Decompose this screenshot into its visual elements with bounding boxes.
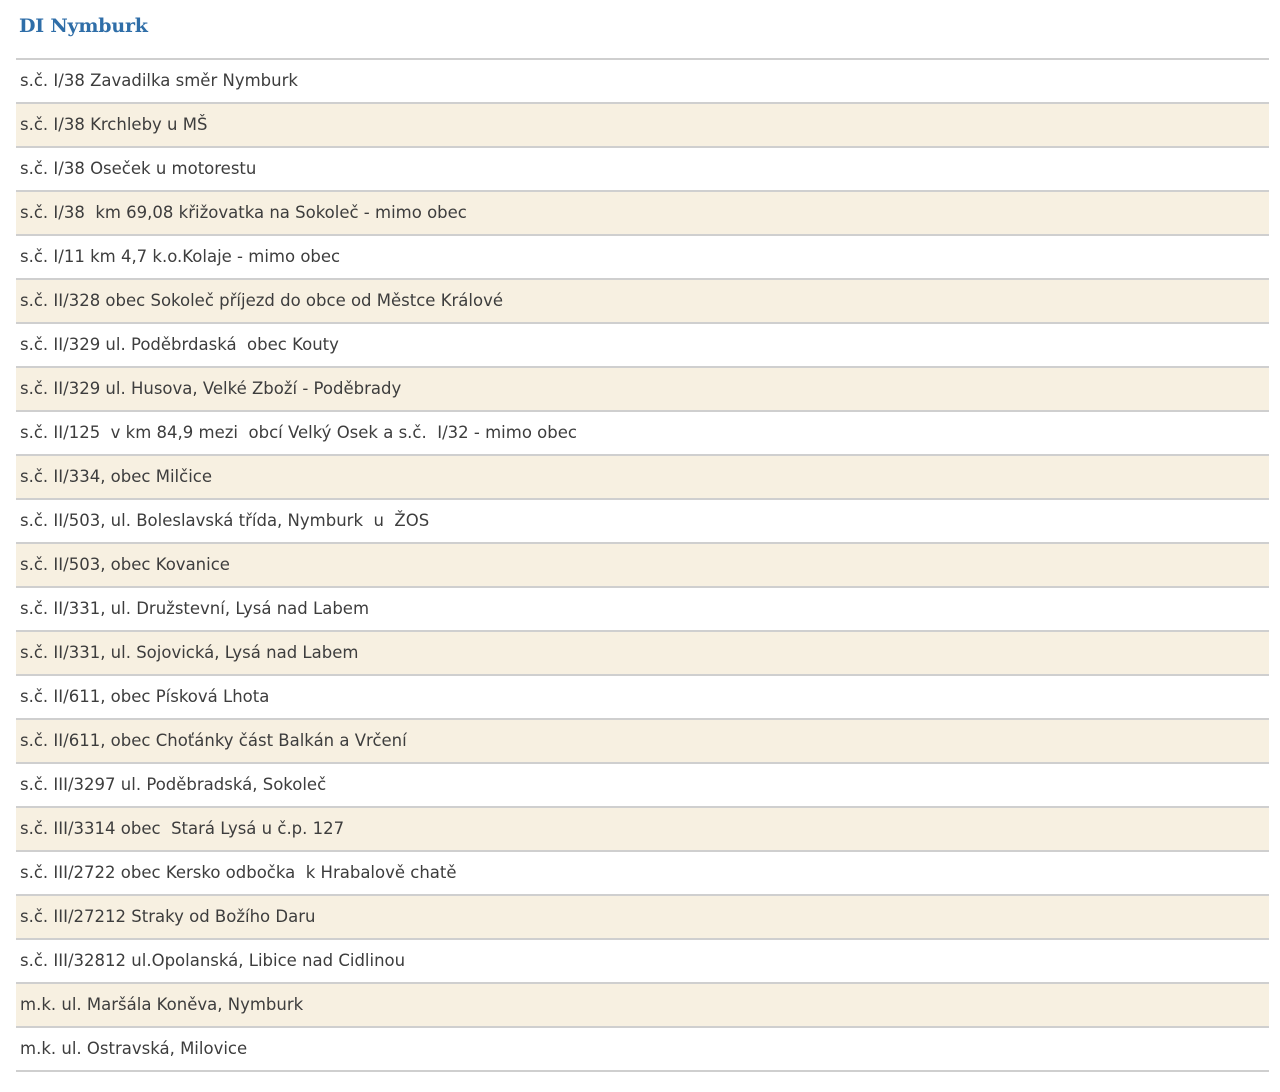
list-item: s.č. II/125 v km 84,9 mezi obcí Velký Os… [16, 412, 1269, 456]
list-item: s.č. III/27212 Straky od Božího Daru [16, 896, 1269, 940]
list-item: s.č. III/3297 ul. Poděbradská, Sokoleč [16, 764, 1269, 808]
list-item: s.č. I/38 Zavadilka směr Nymburk [16, 60, 1269, 104]
location-list: s.č. I/38 Zavadilka směr Nymburk s.č. I/… [16, 58, 1269, 1072]
list-item: s.č. III/3314 obec Stará Lysá u č.p. 127 [16, 808, 1269, 852]
list-item: s.č. I/11 km 4,7 k.o.Kolaje - mimo obec [16, 236, 1269, 280]
list-item: s.č. II/328 obec Sokoleč příjezd do obce… [16, 280, 1269, 324]
list-item: s.č. II/329 ul. Husova, Velké Zboží - Po… [16, 368, 1269, 412]
list-item: s.č. I/38 Krchleby u MŠ [16, 104, 1269, 148]
section-heading: DI Nymburk [19, 15, 148, 37]
list-item: s.č. II/503, ul. Boleslavská třída, Nymb… [16, 500, 1269, 544]
list-item: s.č. I/38 Oseček u motorestu [16, 148, 1269, 192]
list-item: s.č. II/329 ul. Poděbrdaská obec Kouty [16, 324, 1269, 368]
list-item: s.č. II/611, obec Písková Lhota [16, 676, 1269, 720]
list-item: s.č. II/503, obec Kovanice [16, 544, 1269, 588]
list-item: s.č. II/334, obec Milčice [16, 456, 1269, 500]
page: DI Nymburk s.č. I/38 Zavadilka směr Nymb… [0, 0, 1280, 1092]
list-item: s.č. II/331, ul. Sojovická, Lysá nad Lab… [16, 632, 1269, 676]
list-item: s.č. II/331, ul. Družstevní, Lysá nad La… [16, 588, 1269, 632]
list-item: s.č. III/32812 ul.Opolanská, Libice nad … [16, 940, 1269, 984]
list-item: s.č. I/38 km 69,08 křižovatka na Sokoleč… [16, 192, 1269, 236]
list-item: m.k. ul. Ostravská, Milovice [16, 1028, 1269, 1072]
list-item: s.č. III/2722 obec Kersko odbočka k Hrab… [16, 852, 1269, 896]
list-item: m.k. ul. Maršála Koněva, Nymburk [16, 984, 1269, 1028]
list-item: s.č. II/611, obec Choťánky část Balkán a… [16, 720, 1269, 764]
